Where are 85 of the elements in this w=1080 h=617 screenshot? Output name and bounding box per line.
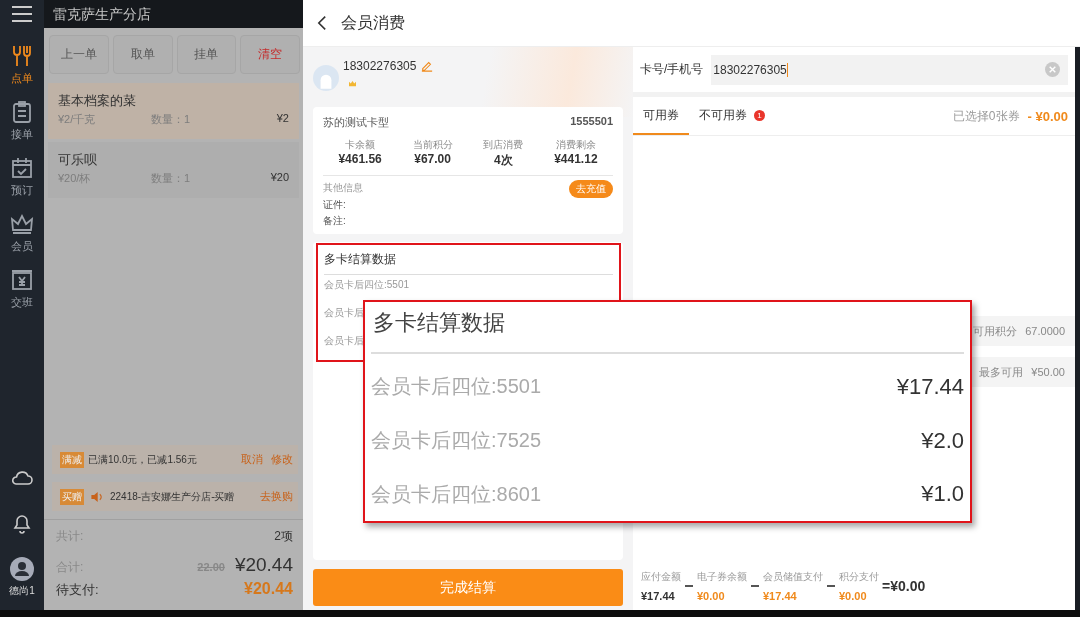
nav-item[interactable]: 会员: [2, 212, 42, 254]
promotion-text: 22418-吉安娜生产分店-买赠: [110, 489, 236, 504]
nav-item[interactable]: 交班: [2, 268, 42, 310]
sum-amount: ¥20.44: [234, 554, 293, 576]
stat-label: 卡余额: [345, 138, 376, 152]
order-action-button[interactable]: 取单: [112, 35, 173, 74]
item-name: 基本档案的菜: [58, 92, 137, 110]
stat-value: 4次: [494, 152, 513, 169]
avatar-icon: [313, 65, 339, 91]
item-amount: ¥2: [276, 112, 289, 126]
avatar-icon[interactable]: [10, 557, 34, 581]
card-row-amount: ¥2.0: [921, 427, 964, 454]
total-count: 2项: [274, 528, 293, 545]
item-unit-price: ¥2/千克: [58, 112, 97, 127]
term-label: 电子券余额: [697, 570, 747, 584]
promotion-tag: 买赠: [60, 488, 84, 505]
term-label: 积分支付: [839, 570, 879, 584]
due-label: 待支付:: [56, 581, 100, 599]
crown-icon: [10, 212, 34, 236]
item-amount: ¥20: [270, 171, 289, 185]
coupon-tab[interactable]: 不可用券 1: [689, 97, 775, 135]
stat-label: 消费剩余: [555, 138, 596, 152]
magnified-title: 多卡结算数据: [371, 308, 964, 354]
coupon-tab[interactable]: 可用券: [633, 97, 689, 135]
term-value: ¥17.44: [641, 590, 675, 602]
nav-item[interactable]: 接单: [2, 100, 42, 142]
points-label: 最多可用: [979, 364, 1024, 380]
stat-label: 到店消费: [483, 138, 524, 152]
note-label: 备注:: [323, 214, 347, 228]
stat-value: ¥441.12: [554, 152, 598, 166]
item-quantity: 数量：1: [151, 112, 192, 127]
calendar-icon: [10, 156, 34, 180]
minus-sign: [827, 585, 835, 587]
member-phone: 18302276305: [343, 59, 417, 73]
field-label: 卡号/手机号: [640, 61, 704, 78]
card-row-label: 会员卡后四位:7525: [371, 428, 542, 453]
card-number-input[interactable]: 18302276305: [711, 54, 1068, 85]
nav-item[interactable]: 点单: [2, 44, 42, 86]
user-name: 德尚1: [9, 584, 35, 598]
card-row-label: 会员卡后: [324, 334, 364, 348]
term-label: 会员储值支付: [763, 570, 823, 584]
nav-item[interactable]: 预订: [2, 156, 42, 198]
term-value: ¥0.00: [839, 590, 867, 602]
stat-value: ¥67.00: [414, 152, 451, 166]
minus-sign: [685, 585, 693, 587]
item-name: 可乐呗: [58, 151, 98, 169]
utensils-icon: [10, 44, 34, 68]
speaker-icon: [90, 489, 104, 504]
card-row-label: 会员卡后四位:5501: [324, 278, 410, 292]
card-row-amount: ¥17.44: [896, 373, 964, 400]
term-label: 应付金额: [641, 570, 681, 584]
section-title: 多卡结算数据: [324, 251, 613, 275]
back-icon[interactable]: [317, 15, 327, 31]
points-label: 可用积分: [973, 323, 1018, 339]
card-row-label: 会员卡后四位:8601: [371, 481, 542, 507]
selected-coupons-text: 已选择0张券: [952, 107, 1020, 125]
order-item[interactable]: 基本档案的菜 ¥2/千克 数量：1 ¥2: [48, 83, 299, 139]
clipboard-icon: [10, 100, 34, 124]
term-value: ¥0.00: [697, 590, 725, 602]
crown-icon: [348, 80, 357, 87]
card-row-amount: ¥1.0: [921, 481, 964, 508]
card-type: 苏的测试卡型: [323, 115, 389, 130]
stat-value: ¥461.56: [338, 152, 382, 166]
points-value: 67.0000: [1025, 325, 1065, 337]
stat-label: 当前积分: [412, 138, 453, 152]
formula-result: =¥0.00: [882, 578, 926, 594]
store-title-bar: 雷克萨生产分店: [44, 0, 303, 28]
card-number: 1555501: [570, 115, 613, 129]
count-badge: 1: [754, 109, 765, 121]
discount-amount: - ¥0.00: [1027, 108, 1068, 124]
promotion-tag: 满减: [60, 451, 84, 468]
yen-box-icon: [10, 268, 34, 292]
card-row-label: 会员卡后: [324, 306, 364, 320]
page-title: 会员消费: [341, 12, 405, 33]
points-value: ¥50.00: [1031, 366, 1065, 378]
other-info-label: 其他信息: [323, 181, 363, 195]
id-label: 证件:: [323, 198, 347, 212]
due-amount: ¥20.44: [244, 580, 293, 598]
order-action-button[interactable]: 上一单: [49, 35, 109, 74]
promotion-text: 已满10.0元，已减1.56元: [88, 452, 198, 467]
menu-icon[interactable]: [12, 6, 32, 22]
card-row-label: 会员卡后四位:5501: [371, 374, 542, 400]
minus-sign: [751, 585, 759, 587]
order-action-button[interactable]: 挂单: [176, 35, 237, 74]
term-value: ¥17.44: [763, 590, 797, 602]
